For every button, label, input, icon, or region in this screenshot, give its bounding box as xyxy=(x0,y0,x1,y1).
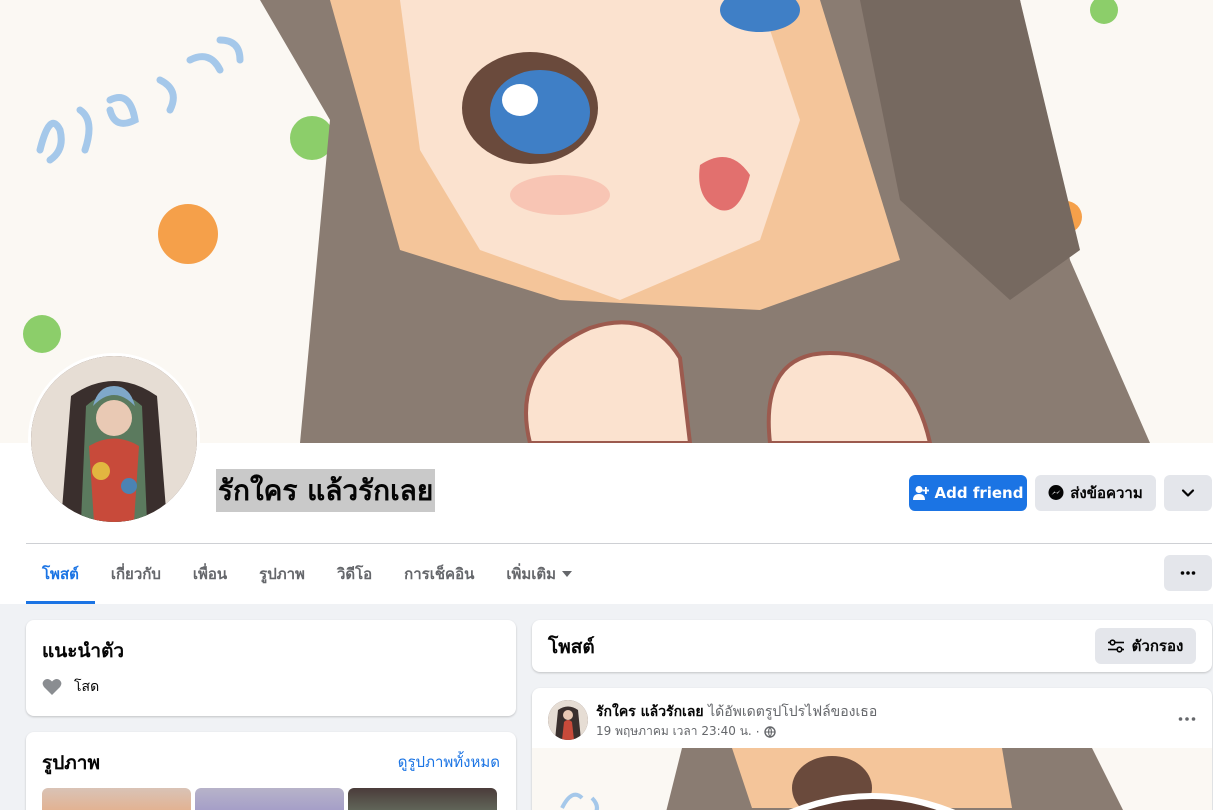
tab-friends[interactable]: เพื่อน xyxy=(177,544,243,604)
profile-tabs: โพสต์ เกี่ยวกับ เพื่อน รูปภาพ วิดีโอ การ… xyxy=(26,544,588,604)
meta-separator: · xyxy=(755,724,760,739)
photos-title: รูปภาพ xyxy=(42,752,100,774)
post-header: รักใคร แล้วรักเลย ได้อัพเดตรูปโปรไฟล์ของ… xyxy=(596,701,877,723)
tab-photos[interactable]: รูปภาพ xyxy=(243,544,321,604)
profile-avatar[interactable] xyxy=(28,353,200,525)
photo-thumbnail[interactable] xyxy=(348,788,497,810)
tab-videos[interactable]: วิดีโอ xyxy=(321,544,388,604)
tab-label: วิดีโอ xyxy=(336,565,373,583)
relationship-status: โสด xyxy=(74,679,100,695)
profile-header: รักใคร แล้วรักเลย Add friend ส่งข้อความ … xyxy=(0,0,1213,604)
photo-thumbnail[interactable] xyxy=(42,788,191,810)
profile-options-button[interactable] xyxy=(1164,475,1212,511)
tab-about[interactable]: เกี่ยวกับ xyxy=(95,544,177,604)
tab-more[interactable]: เพิ่มเติม xyxy=(490,544,588,604)
post-author-name[interactable]: รักใคร แล้วรักเลย xyxy=(596,704,704,720)
posts-title: โพสต์ xyxy=(548,636,595,658)
tab-label: เพิ่มเติม xyxy=(506,565,557,583)
tabs-more-button[interactable] xyxy=(1164,555,1212,591)
message-button[interactable]: ส่งข้อความ xyxy=(1035,475,1156,511)
add-friend-label: Add friend xyxy=(934,484,1024,502)
filter-label: ตัวกรอง xyxy=(1131,637,1184,655)
caret-down-icon xyxy=(562,571,573,577)
ellipsis-icon xyxy=(1180,571,1196,575)
cover-photo[interactable] xyxy=(0,0,1213,443)
tab-label: เกี่ยวกับ xyxy=(110,565,161,583)
person-plus-icon xyxy=(912,486,929,500)
photos-card: รูปภาพ ดูรูปภาพทั้งหมด xyxy=(26,732,516,810)
relationship-row: โสด xyxy=(42,676,99,698)
post-options-button[interactable] xyxy=(1178,706,1196,725)
post-image[interactable] xyxy=(532,748,1212,810)
globe-icon xyxy=(763,725,776,738)
cover-illustration xyxy=(0,0,1213,443)
intro-card: แนะนำตัว โสด xyxy=(26,620,516,716)
messenger-icon xyxy=(1048,485,1064,500)
post-meta: 19 พฤษภาคม เวลา 23:40 น. · xyxy=(596,722,776,741)
tab-label: การเช็คอิน xyxy=(404,565,475,583)
photo-thumbnails xyxy=(42,788,497,810)
post-timestamp[interactable]: 19 พฤษภาคม เวลา 23:40 น. xyxy=(596,722,752,741)
filter-sliders-icon xyxy=(1107,639,1124,653)
see-all-photos-link[interactable]: ดูรูปภาพทั้งหมด xyxy=(398,750,500,774)
post-author-avatar[interactable] xyxy=(548,700,588,740)
add-friend-button[interactable]: Add friend xyxy=(909,475,1027,511)
photo-thumbnail[interactable] xyxy=(195,788,344,810)
tab-label: โพสต์ xyxy=(42,565,79,583)
tab-checkins[interactable]: การเช็คอิน xyxy=(388,544,490,604)
intro-title: แนะนำตัว xyxy=(42,640,125,662)
post-card: รักใคร แล้วรักเลย ได้อัพเดตรูปโปรไฟล์ของ… xyxy=(532,688,1212,810)
message-label: ส่งข้อความ xyxy=(1070,484,1143,502)
post-image-illustration xyxy=(532,748,1212,810)
tab-label: เพื่อน xyxy=(192,565,228,583)
tab-label: รูปภาพ xyxy=(259,565,305,583)
ellipsis-icon xyxy=(1178,717,1196,721)
posts-header-card: โพสต์ ตัวกรอง xyxy=(532,620,1212,672)
post-action-text: ได้อัพเดตรูปโปรไฟล์ของเธอ xyxy=(708,704,878,720)
chevron-down-icon xyxy=(1181,489,1195,497)
profile-name: รักใคร แล้วรักเลย xyxy=(216,469,436,512)
avatar-image xyxy=(31,356,197,522)
avatar-image xyxy=(548,700,588,740)
tab-posts[interactable]: โพสต์ xyxy=(26,544,95,604)
filter-button[interactable]: ตัวกรอง xyxy=(1095,628,1196,664)
heart-icon xyxy=(42,679,62,695)
